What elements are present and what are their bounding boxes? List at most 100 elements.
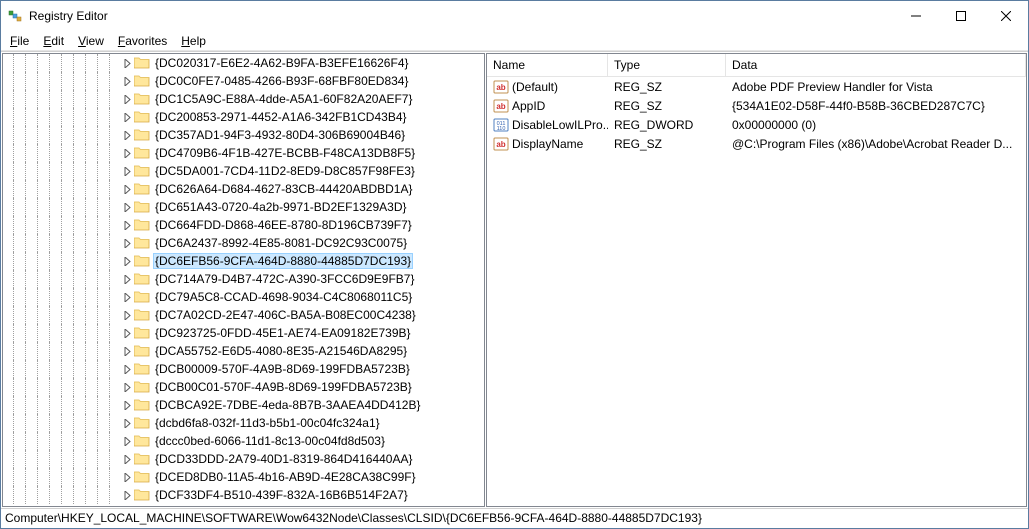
list-body[interactable]: ab(Default)REG_SZAdobe PDF Preview Handl… (487, 77, 1026, 506)
tree-item-label[interactable]: {DC6EFB56-9CFA-464D-8880-44885D7DC193} (153, 253, 413, 269)
expand-icon[interactable] (121, 363, 133, 375)
expand-icon[interactable] (121, 435, 133, 447)
expand-icon[interactable] (121, 345, 133, 357)
tree-item[interactable]: {DC1C5A9C-E88A-4dde-A5A1-60F82A20AEF7} (3, 90, 484, 108)
column-header-type[interactable]: Type (608, 54, 726, 76)
expand-icon[interactable] (121, 93, 133, 105)
tree-item-label[interactable]: {DC651A43-0720-4a2b-9971-BD2EF1329A3D} (153, 199, 409, 215)
expand-icon[interactable] (121, 489, 133, 501)
list-row[interactable]: 011110DisableLowILPro...REG_DWORD0x00000… (487, 115, 1026, 134)
tree-item-label[interactable]: {DC923725-0FDD-45E1-AE74-EA09182E739B} (153, 325, 413, 341)
tree-item-label[interactable]: {DCB00C01-570F-4A9B-8D69-199FDBA5723B} (153, 379, 414, 395)
menu-file[interactable]: File (3, 32, 36, 50)
tree-item-label[interactable]: {DC357AD1-94F3-4932-80D4-306B69004B46} (153, 127, 407, 143)
menu-favorites[interactable]: Favorites (111, 32, 174, 50)
tree-item-label[interactable]: {dccc0bed-6066-11d1-8c13-00c04fd8d503} (153, 433, 387, 449)
tree-item-label[interactable]: {DC79A5C8-CCAD-4698-9034-C4C8068011C5} (153, 289, 414, 305)
tree-item-label[interactable]: {DCBCA92E-7DBE-4eda-8B7B-3AAEA4DD412B} (153, 397, 422, 413)
expand-icon[interactable] (121, 255, 133, 267)
tree-item[interactable]: {DCB00009-570F-4A9B-8D69-199FDBA5723B} (3, 360, 484, 378)
tree-item-label[interactable]: {DCED8DB0-11A5-4b16-AB9D-4E28CA38C99F} (153, 469, 418, 485)
expand-icon[interactable] (121, 273, 133, 285)
expand-icon[interactable] (121, 75, 133, 87)
string-value-icon: ab (493, 98, 509, 114)
tree-item[interactable]: {DC923725-0FDD-45E1-AE74-EA09182E739B} (3, 324, 484, 342)
tree-item[interactable]: {DC79A5C8-CCAD-4698-9034-C4C8068011C5} (3, 288, 484, 306)
tree-item-label[interactable]: {DC1C5A9C-E88A-4dde-A5A1-60F82A20AEF7} (153, 91, 414, 107)
string-value-icon: ab (493, 136, 509, 152)
expand-icon[interactable] (121, 147, 133, 159)
expand-icon[interactable] (121, 165, 133, 177)
folder-icon (134, 236, 150, 250)
expand-icon[interactable] (121, 183, 133, 195)
tree-item[interactable]: {DC200853-2971-4452-A1A6-342FB1CD43B4} (3, 108, 484, 126)
close-button[interactable] (983, 1, 1028, 31)
tree-item[interactable]: {DC0C0FE7-0485-4266-B93F-68FBF80ED834} (3, 72, 484, 90)
expand-icon[interactable] (121, 309, 133, 321)
tree-item[interactable]: {DCF33DF4-B510-439F-832A-16B6B514F2A7} (3, 486, 484, 504)
expand-icon[interactable] (121, 327, 133, 339)
expand-icon[interactable] (121, 129, 133, 141)
tree-item-label[interactable]: {DCB00009-570F-4A9B-8D69-199FDBA5723B} (153, 361, 412, 377)
tree-item[interactable]: {dccc0bed-6066-11d1-8c13-00c04fd8d503} (3, 432, 484, 450)
list-row[interactable]: abAppIDREG_SZ{534A1E02-D58F-44f0-B58B-36… (487, 96, 1026, 115)
tree-item[interactable]: {DCED8DB0-11A5-4b16-AB9D-4E28CA38C99F} (3, 468, 484, 486)
statusbar: Computer\HKEY_LOCAL_MACHINE\SOFTWARE\Wow… (1, 508, 1028, 528)
expand-icon[interactable] (121, 381, 133, 393)
expand-icon[interactable] (121, 417, 133, 429)
tree-item[interactable]: {DC6A2437-8992-4E85-8081-DC92C93C0075} (3, 234, 484, 252)
tree-item-label[interactable]: {DCF33DF4-B510-439F-832A-16B6B514F2A7} (153, 487, 410, 503)
tree-item[interactable]: {DC4709B6-4F1B-427E-BCBB-F48CA13DB8F5} (3, 144, 484, 162)
expand-icon[interactable] (121, 291, 133, 303)
tree-item[interactable]: {DC357AD1-94F3-4932-80D4-306B69004B46} (3, 126, 484, 144)
maximize-button[interactable] (938, 1, 983, 31)
column-header-name[interactable]: Name (487, 54, 608, 76)
tree-item[interactable]: {dcbd6fa8-032f-11d3-b5b1-00c04fc324a1} (3, 414, 484, 432)
tree-item-label[interactable]: {DC0C0FE7-0485-4266-B93F-68FBF80ED834} (153, 73, 410, 89)
tree-item-label[interactable]: {DC200853-2971-4452-A1A6-342FB1CD43B4} (153, 109, 409, 125)
expand-icon[interactable] (121, 399, 133, 411)
tree-item-label[interactable]: {DC664FDD-D868-46EE-8780-8D196CB739F7} (153, 217, 414, 233)
value-name: DisableLowILPro... (512, 118, 608, 132)
tree-item[interactable]: {DC651A43-0720-4a2b-9971-BD2EF1329A3D} (3, 198, 484, 216)
expand-icon[interactable] (121, 453, 133, 465)
tree-item-label[interactable]: {dcbd6fa8-032f-11d3-b5b1-00c04fc324a1} (153, 415, 382, 431)
column-header-data[interactable]: Data (726, 54, 1026, 76)
tree-item[interactable]: {DC020317-E6E2-4A62-B9FA-B3EFE16626F4} (3, 54, 484, 72)
expand-icon[interactable] (121, 201, 133, 213)
tree-item-label[interactable]: {DCD33DDD-2A79-40D1-8319-864D416440AA} (153, 451, 415, 467)
expand-icon[interactable] (121, 471, 133, 483)
folder-icon (134, 146, 150, 160)
tree-item-label[interactable]: {DC714A79-D4B7-472C-A390-3FCC6D9E9FB7} (153, 271, 416, 287)
tree-item[interactable]: {DCB00C01-570F-4A9B-8D69-199FDBA5723B} (3, 378, 484, 396)
list-row[interactable]: abDisplayNameREG_SZ@C:\Program Files (x8… (487, 134, 1026, 153)
tree-item[interactable]: {DC7A02CD-2E47-406C-BA5A-B08EC00C4238} (3, 306, 484, 324)
tree-item-label[interactable]: {DC6A2437-8992-4E85-8081-DC92C93C0075} (153, 235, 409, 251)
tree-item-label[interactable]: {DC4709B6-4F1B-427E-BCBB-F48CA13DB8F5} (153, 145, 417, 161)
expand-icon[interactable] (121, 237, 133, 249)
tree-item-label[interactable]: {DC7A02CD-2E47-406C-BA5A-B08EC00C4238} (153, 307, 418, 323)
menu-edit[interactable]: Edit (36, 32, 71, 50)
menu-help[interactable]: Help (174, 32, 213, 50)
tree-item[interactable]: {DC626A64-D684-4627-83CB-44420ABDBD1A} (3, 180, 484, 198)
list-row[interactable]: ab(Default)REG_SZAdobe PDF Preview Handl… (487, 77, 1026, 96)
tree-item-label[interactable]: {DCA55752-E6D5-4080-8E35-A21546DA8295} (153, 343, 409, 359)
tree-item[interactable]: {DC714A79-D4B7-472C-A390-3FCC6D9E9FB7} (3, 270, 484, 288)
tree-scroll[interactable]: {DC020317-E6E2-4A62-B9FA-B3EFE16626F4} {D… (3, 54, 484, 506)
menu-view[interactable]: View (71, 32, 111, 50)
tree-item[interactable]: {DC6EFB56-9CFA-464D-8880-44885D7DC193} (3, 252, 484, 270)
minimize-button[interactable] (893, 1, 938, 31)
expand-icon[interactable] (121, 219, 133, 231)
tree-item-label[interactable]: {DC5DA001-7CD4-11D2-8ED9-D8C857F98FE3} (153, 163, 417, 179)
tree-item[interactable]: {DC5DA001-7CD4-11D2-8ED9-D8C857F98FE3} (3, 162, 484, 180)
expand-icon[interactable] (121, 57, 133, 69)
expand-icon[interactable] (121, 111, 133, 123)
folder-icon (134, 182, 150, 196)
tree-item[interactable]: {DCBCA92E-7DBE-4eda-8B7B-3AAEA4DD412B} (3, 396, 484, 414)
tree-item[interactable]: {DCA55752-E6D5-4080-8E35-A21546DA8295} (3, 342, 484, 360)
tree-item-label[interactable]: {DC020317-E6E2-4A62-B9FA-B3EFE16626F4} (153, 55, 411, 71)
tree-item[interactable]: {DC664FDD-D868-46EE-8780-8D196CB739F7} (3, 216, 484, 234)
list-header: Name Type Data (487, 54, 1026, 77)
tree-item-label[interactable]: {DC626A64-D684-4627-83CB-44420ABDBD1A} (153, 181, 415, 197)
tree-item[interactable]: {DCD33DDD-2A79-40D1-8319-864D416440AA} (3, 450, 484, 468)
